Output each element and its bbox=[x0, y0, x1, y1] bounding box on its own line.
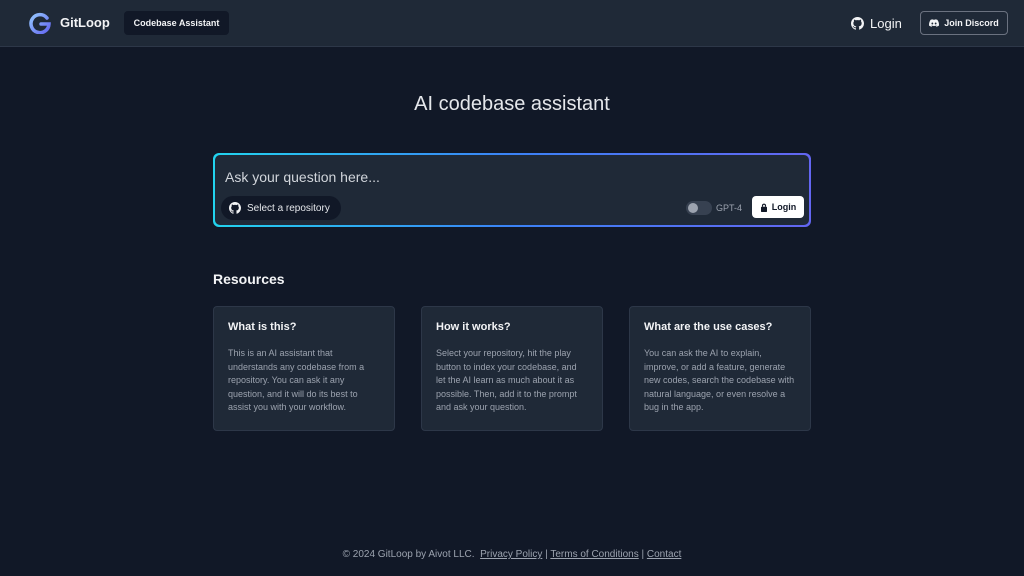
footer-separator: | bbox=[641, 549, 645, 560]
page-title: AI codebase assistant bbox=[414, 93, 610, 115]
lock-icon bbox=[760, 203, 767, 212]
model-label: GPT-4 bbox=[716, 203, 743, 213]
prompt-login-button[interactable]: Login bbox=[752, 196, 804, 218]
resource-card-what: What is this? This is an AI assistant th… bbox=[213, 306, 395, 431]
join-discord-label: Join Discord bbox=[944, 18, 999, 28]
card-body: This is an AI assistant that understands… bbox=[228, 348, 365, 412]
gpt4-toggle[interactable] bbox=[686, 201, 712, 215]
prompt-login-label: Login bbox=[771, 202, 797, 212]
card-title: What is this? bbox=[228, 321, 297, 333]
header-login-link[interactable]: Login bbox=[851, 14, 902, 32]
footer: © 2024 GitLoop by Aivot LLC. Privacy Pol… bbox=[0, 549, 1024, 560]
resource-card-how: How it works? Select your repository, hi… bbox=[421, 306, 603, 431]
header-login-label: Login bbox=[870, 15, 902, 31]
resource-card-use-cases: What are the use cases? You can ask the … bbox=[629, 306, 811, 431]
discord-icon bbox=[929, 19, 940, 27]
question-input[interactable] bbox=[225, 167, 785, 187]
gitloop-logo-icon[interactable] bbox=[29, 12, 51, 34]
contact-link[interactable]: Contact bbox=[647, 549, 681, 560]
card-body: Select your repository, hit the play but… bbox=[436, 348, 577, 412]
top-navbar: GitLoop Codebase Assistant Login Join Di… bbox=[0, 0, 1024, 47]
prompt-inner: Select a repository GPT-4 Login bbox=[215, 155, 809, 225]
copyright-text: © 2024 GitLoop by Aivot LLC. bbox=[342, 549, 475, 560]
nav-codebase-assistant[interactable]: Codebase Assistant bbox=[124, 11, 229, 35]
select-repository-label: Select a repository bbox=[247, 202, 330, 214]
terms-link[interactable]: Terms of Conditions bbox=[550, 549, 638, 560]
brand-name[interactable]: GitLoop bbox=[60, 15, 110, 30]
prompt-box: Select a repository GPT-4 Login bbox=[213, 153, 811, 227]
select-repository-button[interactable]: Select a repository bbox=[221, 196, 341, 220]
join-discord-button[interactable]: Join Discord bbox=[920, 11, 1008, 35]
github-icon bbox=[851, 16, 864, 30]
card-title: What are the use cases? bbox=[644, 321, 773, 333]
card-title: How it works? bbox=[436, 321, 511, 333]
privacy-policy-link[interactable]: Privacy Policy bbox=[480, 549, 542, 560]
github-icon bbox=[229, 202, 241, 214]
footer-separator: | bbox=[545, 549, 548, 560]
toggle-knob bbox=[688, 203, 698, 213]
card-body: You can ask the AI to explain, improve, … bbox=[644, 348, 795, 412]
resources-heading: Resources bbox=[213, 271, 285, 287]
